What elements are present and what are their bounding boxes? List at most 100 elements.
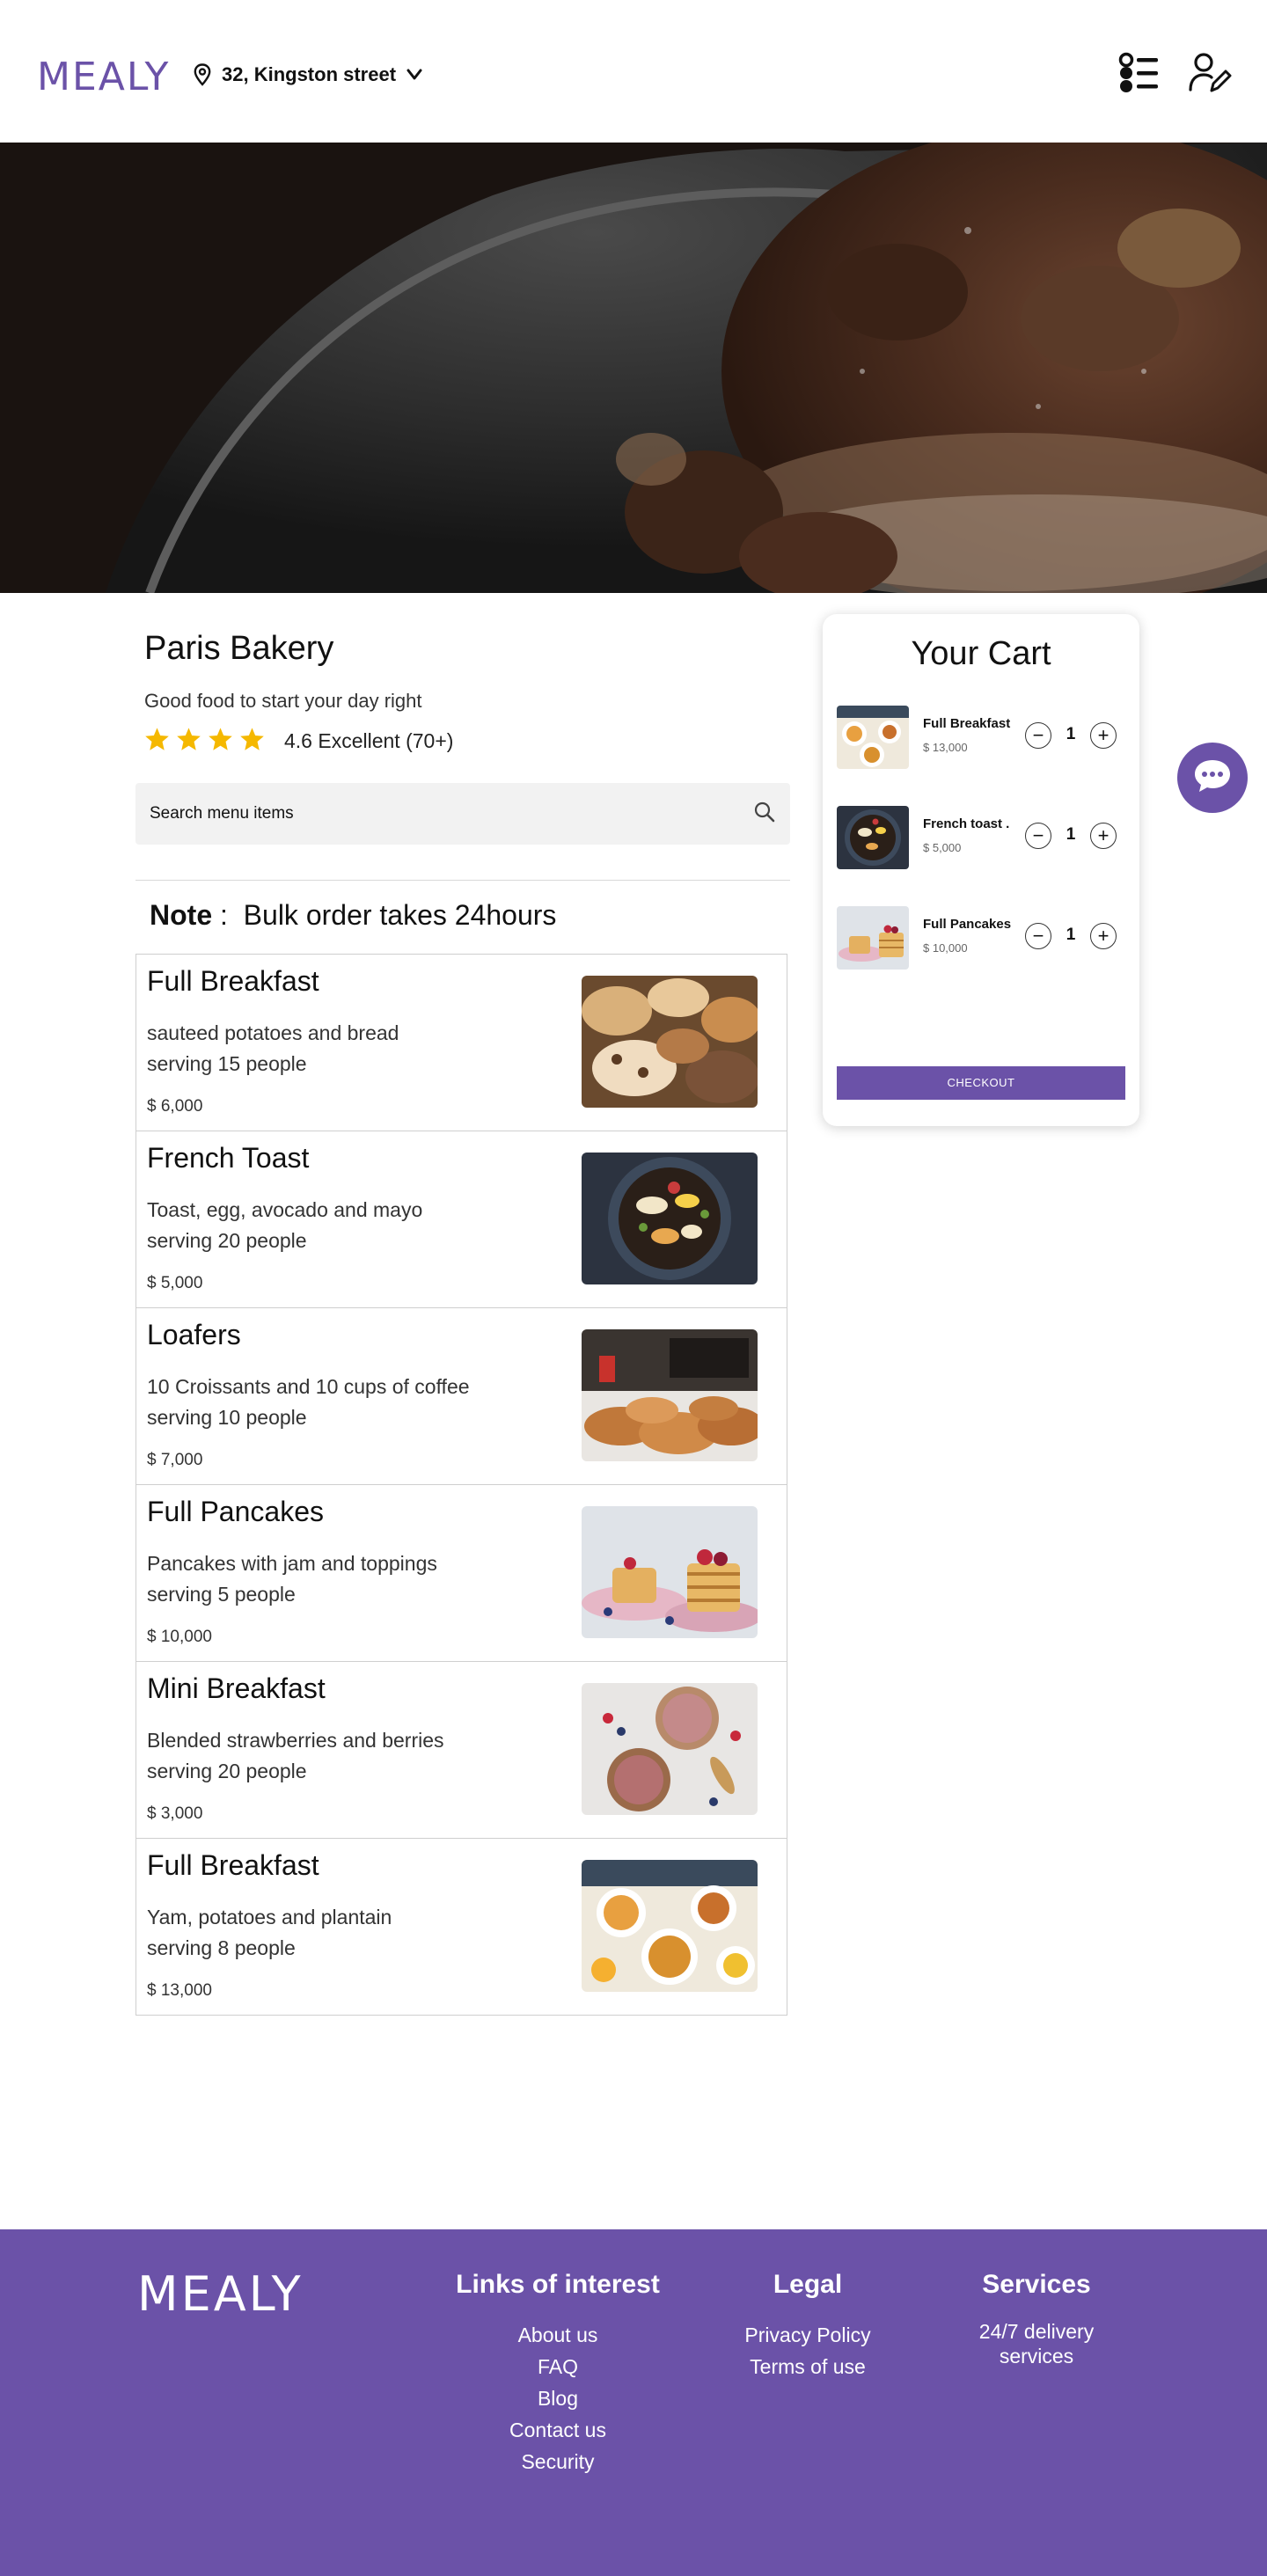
menu-item[interactable]: Full Breakfast sauteed potatoes and brea… [136, 955, 787, 1131]
rating-text: 4.6 Excellent (70+) [284, 729, 454, 752]
decrease-quantity-button[interactable]: − [1025, 722, 1051, 749]
menu-item-photo[interactable] [582, 1683, 758, 1815]
cart-item: Full Breakfast $ 13,000 − 1 + [837, 706, 1127, 769]
menu-item[interactable]: Loafers 10 Croissants and 10 cups of cof… [136, 1308, 787, 1485]
cart-item-photo [837, 806, 909, 869]
star-icon [208, 727, 233, 756]
cart-title: Your Cart [911, 635, 1051, 672]
search-input[interactable]: Search menu items [135, 783, 790, 845]
restaurant-rating: 4.6 Excellent (70+) [144, 727, 453, 756]
menu-item-description: sauteed potatoes and bread serving 15 pe… [147, 1018, 534, 1079]
footer-legal-title: Legal [773, 2270, 843, 2299]
cart-item: Full Pancakes $ 10,000 − 1 + [837, 906, 1127, 970]
cart-item-price: $ 5,000 [923, 841, 962, 854]
footer-link-security[interactable]: Security [447, 2446, 669, 2477]
star-icon [239, 727, 265, 756]
menu-item-name: Mini Breakfast [147, 1672, 326, 1704]
increase-quantity-button[interactable]: + [1090, 722, 1117, 749]
menu-item-desc-line: Blended strawberries and berries [147, 1729, 444, 1752]
cart-item-photo [837, 706, 909, 769]
location-selector[interactable]: 32, Kingston street [194, 63, 422, 86]
menu-item-name: Full Breakfast [147, 1849, 319, 1881]
cart-panel: Your Cart Full Breakfast $ 13,000 − 1 + … [823, 614, 1139, 1126]
cart-item-name: Full Breakfast [923, 716, 1011, 731]
menu-item-desc-line: 10 Croissants and 10 cups of coffee [147, 1375, 470, 1398]
menu-item[interactable]: French Toast Toast, egg, avocado and may… [136, 1131, 787, 1308]
menu-item-serving: serving 5 people [147, 1583, 296, 1606]
menu-item-photo[interactable] [582, 1329, 758, 1461]
cart-item-photo [837, 906, 909, 970]
footer-link-privacy[interactable]: Privacy Policy [720, 2319, 896, 2351]
cart-item-price: $ 13,000 [923, 741, 968, 754]
order-list-icon[interactable] [1117, 51, 1161, 99]
menu-item-price: $ 10,000 [147, 1628, 212, 1646]
menu-list: Full Breakfast sauteed potatoes and brea… [135, 954, 787, 2016]
user-edit-icon[interactable] [1188, 51, 1232, 99]
menu-item-name: Full Pancakes [147, 1496, 324, 1527]
menu-item-name: French Toast [147, 1142, 310, 1174]
section-divider [135, 880, 790, 881]
bulk-order-note: Note : Bulk order takes 24hours [150, 899, 556, 932]
cart-item-price: $ 10,000 [923, 941, 968, 955]
menu-item-serving: serving 20 people [147, 1229, 307, 1252]
location-pin-icon [194, 63, 211, 86]
note-label: Note [150, 899, 213, 931]
menu-item-price: $ 6,000 [147, 1097, 203, 1116]
menu-item[interactable]: Full Pancakes Pancakes with jam and topp… [136, 1485, 787, 1662]
cart-item-quantity: 1 [1066, 825, 1076, 844]
menu-item-photo[interactable] [582, 976, 758, 1108]
menu-item-desc-line: Yam, potatoes and plantain [147, 1906, 392, 1928]
star-icon [144, 727, 170, 756]
chevron-down-icon [406, 69, 422, 81]
cart-item-quantity: 1 [1066, 926, 1076, 944]
menu-item-photo[interactable] [582, 1153, 758, 1284]
menu-item-description: Pancakes with jam and toppings serving 5… [147, 1548, 534, 1610]
top-navbar: MEALY 32, Kingston street [0, 0, 1267, 143]
footer-links-title: Links of interest [456, 2270, 660, 2299]
location-text: 32, Kingston street [222, 63, 397, 85]
chat-button[interactable] [1177, 743, 1248, 813]
menu-item-name: Full Breakfast [147, 965, 319, 997]
menu-item-price: $ 3,000 [147, 1804, 203, 1823]
menu-item-description: Blended strawberries and berries serving… [147, 1725, 534, 1787]
footer-link-delivery-services[interactable]: services [948, 2344, 1124, 2368]
cart-item-name: Full Pancakes [923, 917, 1012, 932]
menu-item-desc-line: Toast, egg, avocado and mayo [147, 1198, 423, 1221]
menu-item-name: Loafers [147, 1319, 241, 1350]
chat-bubble-icon [1192, 757, 1233, 799]
footer-links-column: Links of interest About us FAQ Blog Cont… [447, 2270, 669, 2477]
footer-link-terms[interactable]: Terms of use [720, 2351, 896, 2382]
menu-item[interactable]: Mini Breakfast Blended strawberries and … [136, 1662, 787, 1839]
menu-item[interactable]: Full Breakfast Yam, potatoes and plantai… [136, 1839, 787, 2015]
note-text: Bulk order takes 24hours [243, 899, 557, 931]
restaurant-tagline: Good food to start your day right [144, 690, 422, 712]
hero-banner-image [0, 143, 1267, 593]
menu-item-photo[interactable] [582, 1506, 758, 1638]
checkout-button[interactable]: CHECKOUT [837, 1066, 1125, 1100]
menu-item-desc-line: sauteed potatoes and bread [147, 1021, 399, 1044]
footer-link-faq[interactable]: FAQ [447, 2351, 669, 2382]
menu-item-description: 10 Croissants and 10 cups of coffee serv… [147, 1372, 534, 1433]
menu-item-photo[interactable] [582, 1860, 758, 1992]
decrease-quantity-button[interactable]: − [1025, 823, 1051, 849]
footer-link-contact[interactable]: Contact us [447, 2414, 669, 2446]
restaurant-name: Paris Bakery [144, 630, 334, 667]
footer: MEALY Links of interest About us FAQ Blo… [0, 2229, 1267, 2576]
increase-quantity-button[interactable]: + [1090, 823, 1117, 849]
footer-logo[interactable]: MEALY [137, 2266, 304, 2322]
footer-legal-column: Legal Privacy Policy Terms of use [720, 2270, 896, 2382]
footer-link-delivery[interactable]: 24/7 delivery [948, 2319, 1124, 2344]
mealy-logo[interactable]: MEALY [37, 55, 170, 99]
footer-services-title: Services [982, 2270, 1091, 2299]
menu-item-description: Yam, potatoes and plantain serving 8 peo… [147, 1902, 534, 1964]
menu-item-serving: serving 10 people [147, 1406, 307, 1429]
search-icon[interactable] [753, 801, 776, 828]
increase-quantity-button[interactable]: + [1090, 923, 1117, 949]
footer-link-blog[interactable]: Blog [447, 2382, 669, 2414]
footer-services-column: Services 24/7 delivery services [948, 2270, 1124, 2368]
menu-item-serving: serving 20 people [147, 1760, 307, 1782]
decrease-quantity-button[interactable]: − [1025, 923, 1051, 949]
footer-link-about[interactable]: About us [447, 2319, 669, 2351]
menu-item-price: $ 13,000 [147, 1981, 212, 2000]
menu-item-price: $ 5,000 [147, 1274, 203, 1292]
